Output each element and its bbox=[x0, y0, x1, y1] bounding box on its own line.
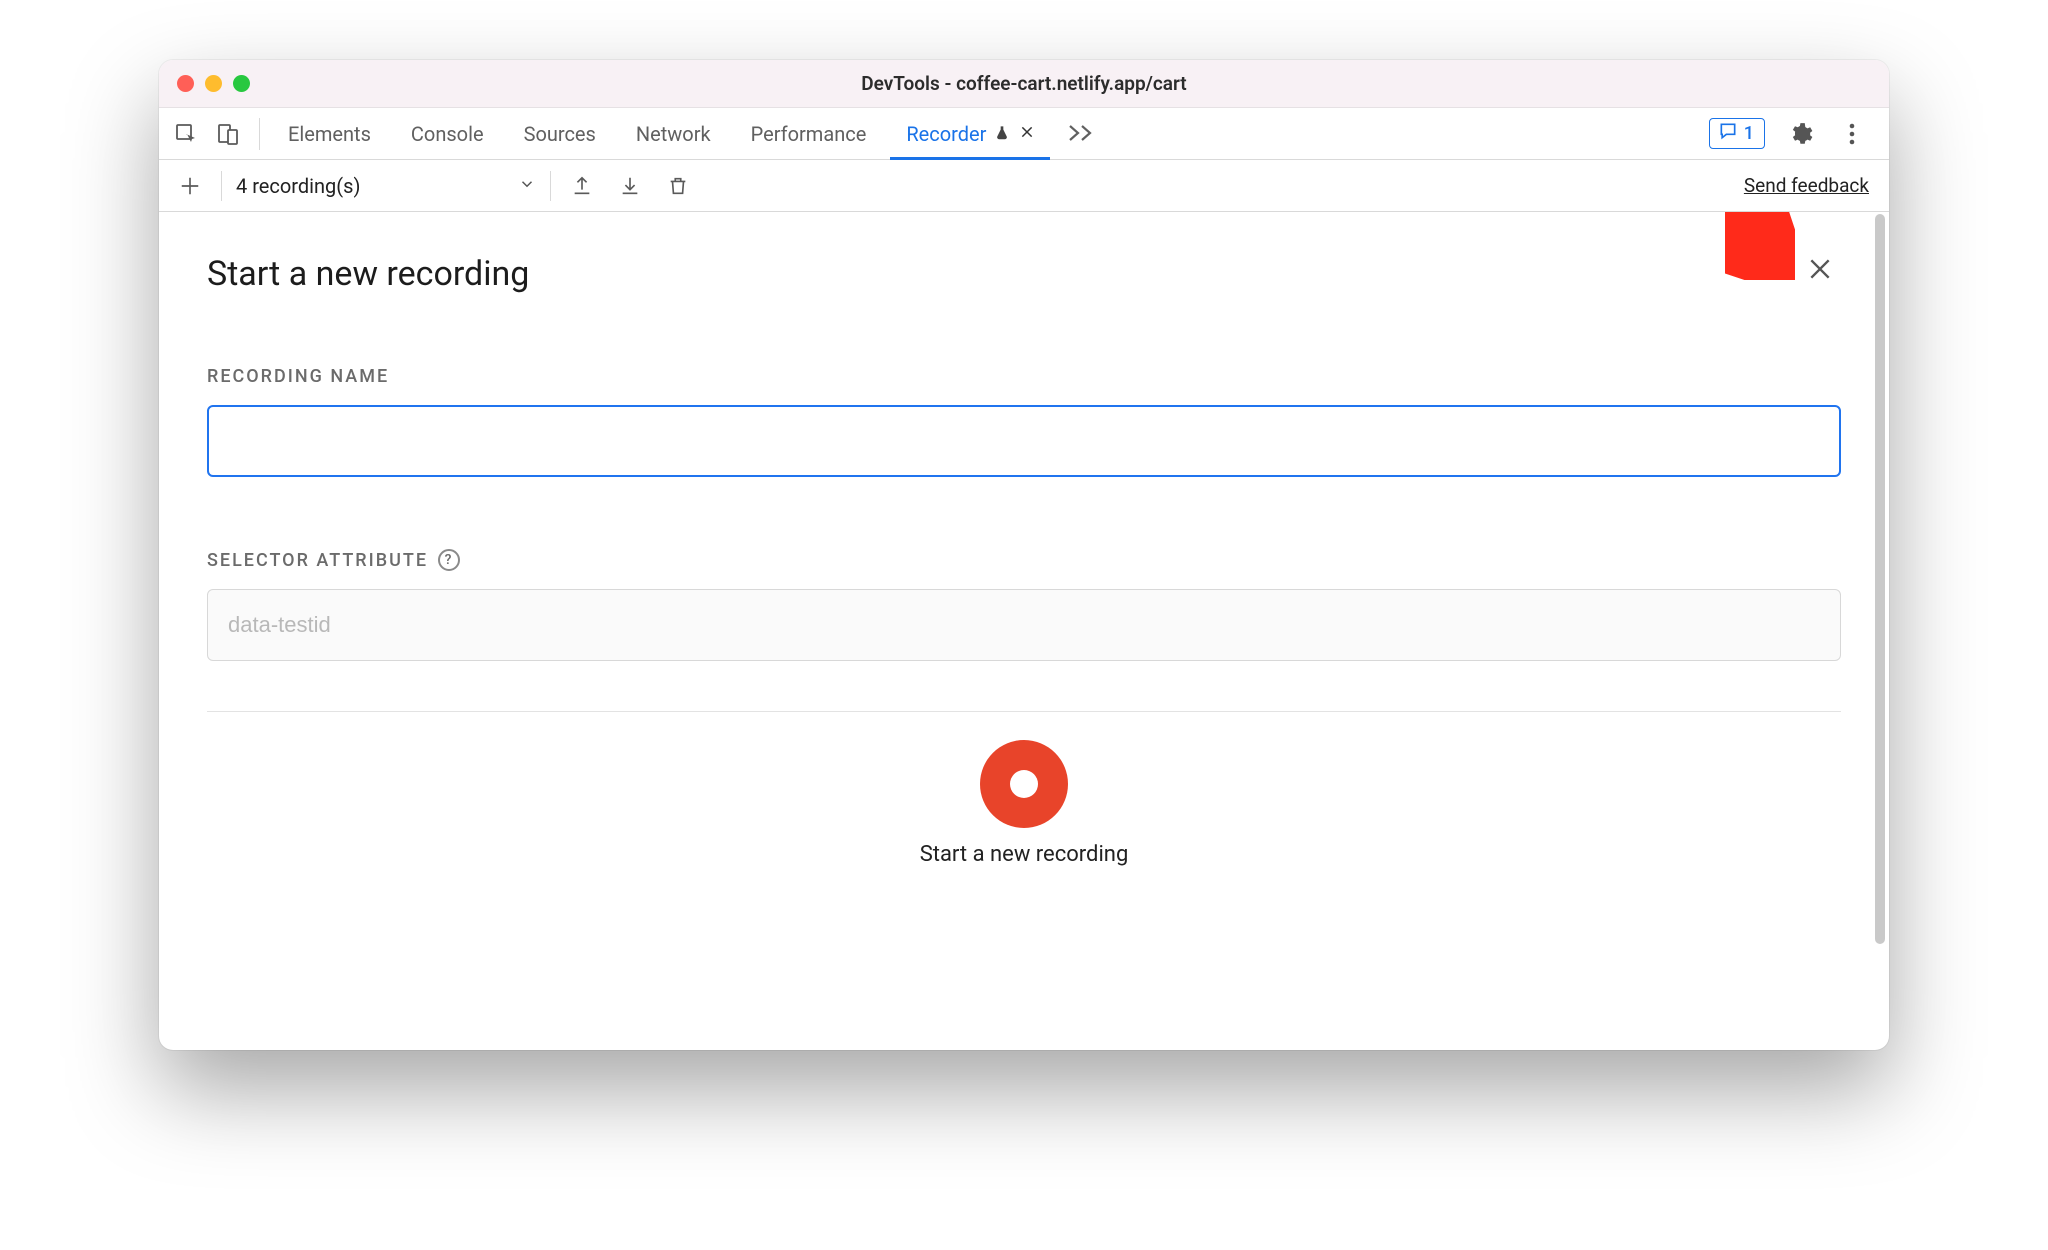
record-button[interactable] bbox=[980, 740, 1068, 828]
trash-icon[interactable] bbox=[661, 169, 695, 203]
scrollbar[interactable] bbox=[1873, 214, 1887, 1044]
record-cta: Start a new recording bbox=[207, 712, 1841, 887]
help-icon[interactable]: ? bbox=[438, 549, 460, 571]
recording-name-label: RECORDING NAME bbox=[207, 366, 1841, 387]
devtools-tabbar: Elements Console Sources Network Perform… bbox=[159, 108, 1889, 160]
recorder-toolbar: 4 recording(s) Send feedback bbox=[159, 160, 1889, 212]
devtools-window: DevTools - coffee-cart.netlify.app/cart … bbox=[159, 60, 1889, 1050]
minimize-window-button[interactable] bbox=[205, 75, 222, 92]
flask-icon bbox=[994, 122, 1010, 146]
gear-icon[interactable] bbox=[1783, 117, 1817, 151]
tab-console[interactable]: Console bbox=[393, 108, 502, 159]
plus-icon[interactable] bbox=[173, 169, 207, 203]
tab-label: Performance bbox=[751, 122, 867, 146]
export-icon[interactable] bbox=[565, 169, 599, 203]
record-button-label: Start a new recording bbox=[920, 842, 1129, 867]
inspect-icon[interactable] bbox=[169, 117, 203, 151]
tab-recorder[interactable]: Recorder bbox=[888, 108, 1052, 159]
recording-name-group: RECORDING NAME bbox=[207, 366, 1841, 477]
right-tool-group: 1 bbox=[1709, 117, 1879, 151]
issues-count: 1 bbox=[1744, 123, 1754, 144]
tab-sources[interactable]: Sources bbox=[506, 108, 614, 159]
send-feedback-link[interactable]: Send feedback bbox=[1744, 174, 1875, 197]
tab-label: Console bbox=[411, 122, 484, 146]
close-window-button[interactable] bbox=[177, 75, 194, 92]
chat-icon bbox=[1718, 121, 1738, 146]
start-recording-panel: Start a new recording RECORDING NAME SEL… bbox=[159, 212, 1889, 887]
kebab-icon[interactable] bbox=[1835, 117, 1869, 151]
recording-name-input[interactable] bbox=[207, 405, 1841, 477]
selector-attribute-label: SELECTOR ATTRIBUTE ? bbox=[207, 549, 1841, 571]
record-icon bbox=[1010, 770, 1038, 798]
tab-elements[interactable]: Elements bbox=[270, 108, 389, 159]
left-tool-group bbox=[169, 118, 260, 150]
traffic-lights bbox=[177, 75, 250, 92]
close-icon[interactable] bbox=[1807, 256, 1833, 286]
recorder-panel-main: Start a new recording RECORDING NAME SEL… bbox=[159, 212, 1889, 1050]
tab-network[interactable]: Network bbox=[618, 108, 729, 159]
tab-close-icon[interactable] bbox=[1020, 123, 1034, 144]
separator bbox=[550, 171, 551, 201]
recordings-count-label: 4 recording(s) bbox=[236, 174, 360, 198]
issues-badge[interactable]: 1 bbox=[1709, 118, 1765, 149]
selector-attribute-input[interactable] bbox=[207, 589, 1841, 661]
devtools-tabs: Elements Console Sources Network Perform… bbox=[270, 108, 1106, 159]
recordings-dropdown[interactable]: 4 recording(s) bbox=[236, 174, 536, 198]
chevron-down-icon bbox=[518, 174, 536, 198]
selector-attribute-label-text: SELECTOR ATTRIBUTE bbox=[207, 550, 428, 571]
window-title: DevTools - coffee-cart.netlify.app/cart bbox=[159, 72, 1889, 95]
overflow-icon bbox=[1068, 120, 1094, 148]
tab-performance[interactable]: Performance bbox=[733, 108, 885, 159]
annotation-arrow bbox=[1725, 212, 1795, 284]
import-icon[interactable] bbox=[613, 169, 647, 203]
page-title: Start a new recording bbox=[207, 254, 1841, 294]
window-titlebar: DevTools - coffee-cart.netlify.app/cart bbox=[159, 60, 1889, 108]
selector-attribute-group: SELECTOR ATTRIBUTE ? bbox=[207, 549, 1841, 661]
tab-label: Network bbox=[636, 122, 711, 146]
scrollbar-thumb[interactable] bbox=[1875, 214, 1885, 944]
tab-label: Recorder bbox=[906, 122, 986, 146]
device-icon[interactable] bbox=[211, 117, 245, 151]
zoom-window-button[interactable] bbox=[233, 75, 250, 92]
tab-label: Sources bbox=[524, 122, 596, 146]
tab-label: Elements bbox=[288, 122, 371, 146]
separator bbox=[221, 171, 222, 201]
overflow-tabs-button[interactable] bbox=[1056, 108, 1106, 159]
